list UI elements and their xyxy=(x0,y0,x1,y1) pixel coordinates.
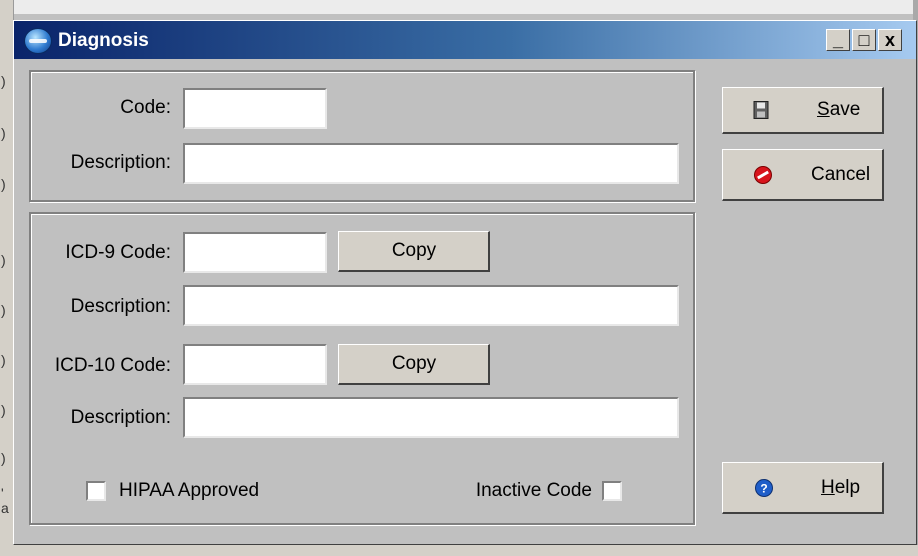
description-label: Description: xyxy=(70,152,171,173)
close-button[interactable]: x xyxy=(878,29,902,51)
background-app-bottom xyxy=(13,545,918,556)
edge-mark: ) xyxy=(1,302,6,318)
inactive-code-label: Inactive Code xyxy=(475,480,592,501)
hipaa-approved-checkbox[interactable] xyxy=(86,481,106,501)
icd10-description-label: Description: xyxy=(70,407,171,428)
edge-mark: ) xyxy=(1,450,6,466)
background-app-top xyxy=(0,0,918,14)
icd10-copy-button[interactable]: Copy xyxy=(338,344,490,385)
minimize-button[interactable]: _ xyxy=(826,29,850,51)
edge-mark: ' xyxy=(1,485,4,501)
edge-mark: ) xyxy=(1,176,6,192)
icd9-code-field[interactable] xyxy=(183,232,327,273)
description-field[interactable] xyxy=(183,143,679,184)
code-label: Code: xyxy=(120,97,171,118)
edge-mark: ) xyxy=(1,73,6,89)
background-app-edge: ) ) ) ) ) ) ) ) ' a xyxy=(0,0,14,556)
edge-mark: ) xyxy=(1,402,6,418)
icd10-label: ICD-10 Code: xyxy=(54,355,171,376)
edge-mark: ) xyxy=(1,352,6,368)
app-icon[interactable] xyxy=(24,28,52,54)
title-bar[interactable]: Diagnosis _ □ x xyxy=(14,21,916,59)
save-icon xyxy=(753,101,769,120)
svg-text:?: ? xyxy=(760,481,767,495)
help-icon: ? xyxy=(754,478,774,498)
code-field[interactable] xyxy=(183,88,327,129)
inactive-code-checkbox[interactable] xyxy=(602,481,622,501)
hipaa-approved-label: HIPAA Approved xyxy=(119,480,260,501)
help-button[interactable]: ? Help xyxy=(722,462,884,514)
diagnosis-dialog: Diagnosis _ □ x Code: Description: ICD-9… xyxy=(13,20,917,545)
edge-mark: ) xyxy=(1,125,6,141)
edge-mark: ) xyxy=(1,252,6,268)
icd9-label: ICD-9 Code: xyxy=(65,242,171,263)
icd9-copy-button[interactable]: Copy xyxy=(338,231,490,272)
edge-mark: a xyxy=(1,500,9,516)
window-title: Diagnosis xyxy=(58,30,149,51)
save-button[interactable]: Save xyxy=(722,87,884,134)
icd9-description-label: Description: xyxy=(70,296,171,317)
icd10-code-field[interactable] xyxy=(183,344,327,385)
icd9-description-field[interactable] xyxy=(183,285,679,326)
cancel-icon xyxy=(753,165,773,185)
maximize-button[interactable]: □ xyxy=(852,29,876,51)
cancel-button[interactable]: Cancel xyxy=(722,149,884,201)
icd10-description-field[interactable] xyxy=(183,397,679,438)
